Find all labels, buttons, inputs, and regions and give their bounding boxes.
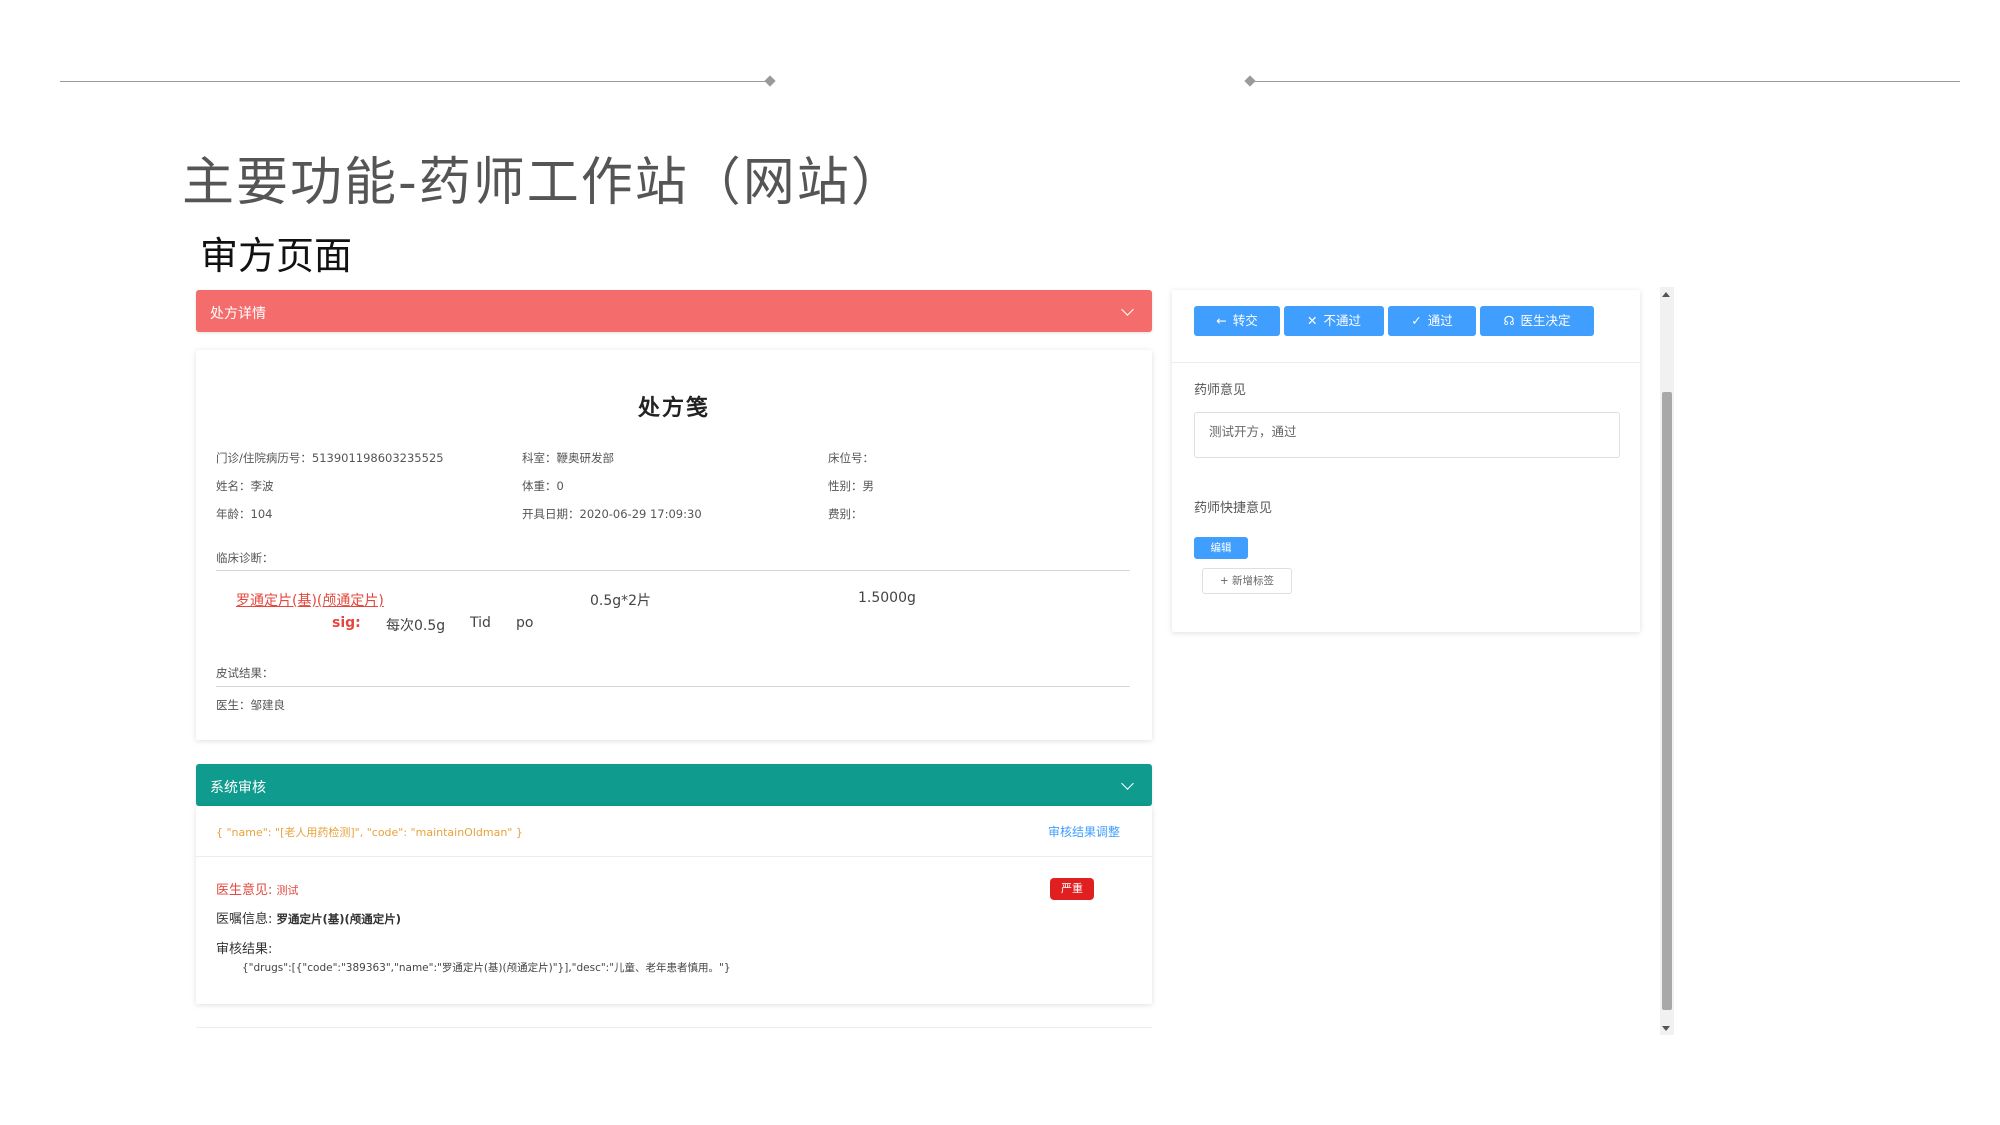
patient-gender: 性别：男 <box>828 479 874 493</box>
issue-date: 开具日期：2020-06-29 17:09:30 <box>522 507 702 521</box>
divider <box>1172 362 1640 363</box>
sig-label: sig: <box>332 615 361 631</box>
scroll-down-arrow-icon[interactable] <box>1662 1026 1670 1031</box>
approve-button-label: 通过 <box>1427 313 1453 328</box>
prescription-title: 处方笺 <box>637 396 710 421</box>
doctor-decide-button[interactable]: ☊ 医生决定 <box>1480 306 1594 336</box>
severity-badge: 严重 <box>1050 878 1094 900</box>
reject-button-label: 不通过 <box>1323 313 1361 328</box>
patient-age: 年龄：104 <box>216 507 273 521</box>
review-result-label: 审核结果: <box>216 942 273 957</box>
drug-frequency: Tid <box>470 615 491 631</box>
divider <box>216 686 1130 687</box>
chevron-down-icon[interactable] <box>1121 303 1134 316</box>
transfer-button[interactable]: ← 转交 <box>1194 306 1280 336</box>
system-review-title: 系统审核 <box>210 780 266 796</box>
drug-name-link[interactable]: 罗通定片(基)(颅通定片) <box>236 590 384 610</box>
scrollbar-thumb[interactable] <box>1662 392 1672 1010</box>
prescription-details-title: 处方详情 <box>210 306 266 322</box>
system-review-card: { "name": "[老人用药检测]", "code": "maintainO… <box>196 806 1152 1004</box>
order-info: 医嘱信息: 罗通定片(基)(颅通定片) <box>216 908 401 927</box>
review-rule-json: { "name": "[老人用药检测]", "code": "maintainO… <box>216 826 523 839</box>
doctor-name: 医生：邹建良 <box>216 698 285 712</box>
approve-button[interactable]: ✓ 通过 <box>1388 306 1476 336</box>
diagnosis-label: 临床诊断： <box>216 551 274 565</box>
adjust-review-link[interactable]: 审核结果调整 <box>1048 823 1120 840</box>
pharmacist-opinion-input[interactable]: 测试开方，通过 <box>1194 412 1620 458</box>
review-result-text: {"drugs":[{"code":"389363","name":"罗通定片(… <box>242 962 731 974</box>
bottom-divider <box>196 1027 1152 1028</box>
chevron-down-icon[interactable] <box>1121 777 1134 790</box>
close-icon: ✕ <box>1307 313 1318 328</box>
drug-dose: 每次0.5g <box>386 618 446 634</box>
doctor-opinion: 医生意见: 测试 <box>216 879 299 898</box>
order-info-label: 医嘱信息: <box>216 912 273 927</box>
drug-route: po <box>516 615 534 631</box>
order-info-value: 罗通定片(基)(颅通定片) <box>276 912 402 926</box>
doctor-opinion-label: 医生意见: <box>216 883 273 898</box>
reject-button[interactable]: ✕ 不通过 <box>1284 306 1384 336</box>
top-line-right <box>1252 81 1960 82</box>
transfer-button-label: 转交 <box>1232 313 1258 328</box>
doctor-opinion-value: 测试 <box>276 884 299 897</box>
drug-total: 1.5000g <box>858 590 916 606</box>
prescription-details-header[interactable]: 处方详情 <box>196 290 1152 332</box>
pharmacist-quick-opinion-label: 药师快捷意见 <box>1194 501 1273 516</box>
drug-spec: 0.5g*2片 <box>590 593 652 609</box>
add-tag-button[interactable]: + 新增标签 <box>1202 568 1292 594</box>
headset-icon: ☊ <box>1503 313 1515 328</box>
patient-name: 姓名：李波 <box>216 479 274 493</box>
department: 科室：鞭奥研发部 <box>522 451 614 465</box>
edit-button[interactable]: 编辑 <box>1194 537 1248 559</box>
slide-subtitle: 审方页面 <box>200 234 353 278</box>
check-icon: ✓ <box>1411 313 1422 328</box>
doctor-decide-button-label: 医生决定 <box>1520 313 1571 328</box>
divider <box>196 856 1152 857</box>
pharmacist-opinion-label: 药师意见 <box>1194 383 1247 398</box>
skin-test-label: 皮试结果： <box>216 666 274 680</box>
system-review-header[interactable]: 系统审核 <box>196 764 1152 806</box>
record-number: 门诊/住院病历号：513901198603235525 <box>216 451 444 465</box>
top-line-left <box>60 81 770 82</box>
bed-number: 床位号： <box>828 451 874 465</box>
divider <box>216 570 1130 571</box>
top-line-left-diamond <box>764 75 776 87</box>
fee-type: 费别： <box>828 507 863 521</box>
slide-title: 主要功能-药师工作站（网站） <box>182 153 905 213</box>
patient-weight: 体重：0 <box>522 479 564 493</box>
prescription-card: 处方笺 门诊/住院病历号：513901198603235525 科室：鞭奥研发部… <box>196 350 1152 740</box>
arrow-left-icon: ← <box>1216 313 1227 328</box>
scroll-up-arrow-icon[interactable] <box>1662 292 1670 297</box>
